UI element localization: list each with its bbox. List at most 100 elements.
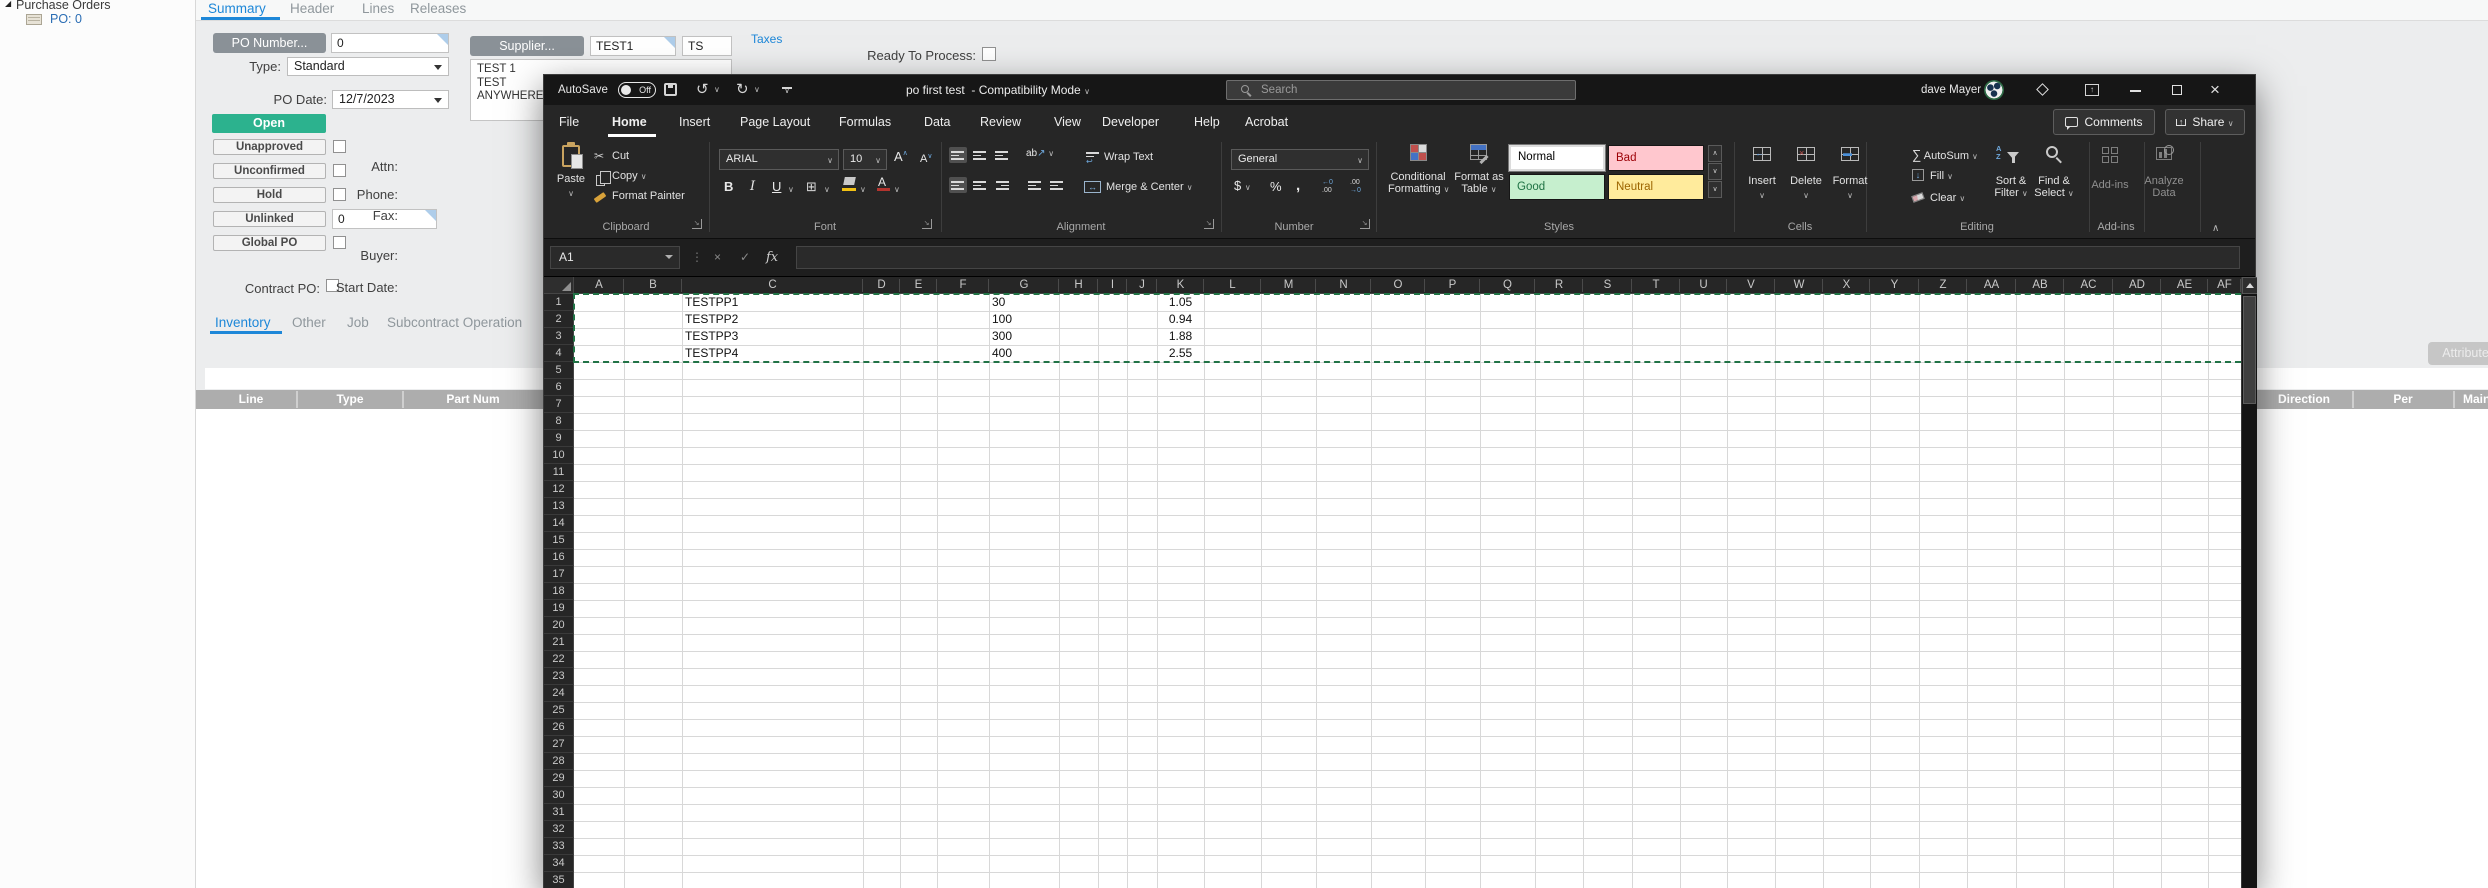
styles-gallery-down-button[interactable]: ∨: [1708, 163, 1722, 180]
ribbon-tab-file[interactable]: File: [559, 105, 579, 139]
align-bottom-button[interactable]: [993, 147, 1011, 163]
ribbon-tab-help[interactable]: Help: [1194, 105, 1220, 139]
decrease-decimal-button[interactable]: .00 →0: [1350, 179, 1361, 194]
row-header-4[interactable]: 4: [544, 345, 574, 362]
maximize-button[interactable]: [2172, 85, 2182, 95]
font-size-select[interactable]: 10 ∨: [843, 149, 887, 170]
column-header-K[interactable]: K: [1157, 277, 1204, 294]
select-all-corner[interactable]: [544, 277, 574, 294]
row-header-2[interactable]: 2: [544, 311, 574, 328]
column-header-Z[interactable]: Z: [1919, 277, 1967, 294]
row-header-32[interactable]: 32: [544, 821, 574, 838]
cut-button[interactable]: Cut: [612, 150, 629, 162]
row-header-14[interactable]: 14: [544, 515, 574, 532]
column-header-J[interactable]: J: [1127, 277, 1157, 294]
font-dialog-launcher[interactable]: ↘: [922, 219, 932, 229]
column-header-V[interactable]: V: [1727, 277, 1775, 294]
excel-titlebar[interactable]: AutoSave Off ↺ ∨ ↻ ∨ ∨ po first test - Com…: [544, 75, 2255, 105]
ribbon-tab-acrobat[interactable]: Acrobat: [1245, 105, 1288, 139]
ribbon-tab-developer[interactable]: Developer: [1102, 105, 1159, 139]
gem-icon[interactable]: [2036, 83, 2049, 96]
align-right-button[interactable]: [993, 177, 1011, 193]
cancel-entry-icon[interactable]: ×: [714, 246, 721, 269]
row-header-26[interactable]: 26: [544, 719, 574, 736]
undo-button[interactable]: ↺: [696, 75, 709, 105]
row-header-8[interactable]: 8: [544, 413, 574, 430]
cell-style-good[interactable]: Good: [1509, 174, 1605, 200]
wrap-text-button[interactable]: Wrap Text: [1104, 151, 1153, 163]
row-header-27[interactable]: 27: [544, 736, 574, 753]
column-header-R[interactable]: R: [1535, 277, 1583, 294]
row-header-34[interactable]: 34: [544, 855, 574, 872]
column-header-L[interactable]: L: [1204, 277, 1261, 294]
row-header-24[interactable]: 24: [544, 685, 574, 702]
column-header-B[interactable]: B: [624, 277, 682, 294]
po-number-field[interactable]: 0: [331, 33, 449, 53]
clipboard-dialog-launcher[interactable]: ↘: [692, 219, 702, 229]
format-painter-button[interactable]: Format Painter: [612, 190, 685, 202]
align-middle-button[interactable]: [971, 147, 989, 163]
column-header-T[interactable]: T: [1632, 277, 1680, 294]
close-button[interactable]: ×: [2210, 75, 2220, 105]
lower-tab-job[interactable]: Job: [347, 315, 369, 330]
autosum-button[interactable]: ∑ AutoSum ∨: [1912, 147, 1978, 162]
taxes-link[interactable]: Taxes: [751, 32, 782, 46]
column-header-P[interactable]: P: [1425, 277, 1480, 294]
column-header-S[interactable]: S: [1583, 277, 1632, 294]
lower-tab-subcontract-operation[interactable]: Subcontract Operation: [387, 315, 522, 330]
column-header-AA[interactable]: AA: [1967, 277, 2016, 294]
borders-dropdown-icon[interactable]: ∨: [824, 185, 830, 194]
erp-tab-lines[interactable]: Lines: [362, 1, 394, 16]
row-header-20[interactable]: 20: [544, 617, 574, 634]
formula-input[interactable]: [796, 246, 2240, 269]
erp-tab-summary[interactable]: Summary: [208, 1, 266, 16]
tree-item-po-0[interactable]: PO: 0: [50, 12, 82, 26]
orientation-button[interactable]: ab↗ ∨: [1026, 148, 1054, 159]
search-input[interactable]: Search: [1226, 80, 1576, 100]
lower-tab-inventory[interactable]: Inventory: [215, 315, 271, 330]
type-select[interactable]: Standard: [287, 57, 449, 76]
increase-font-size-button[interactable]: A∧: [894, 149, 908, 164]
row-header-5[interactable]: 5: [544, 362, 574, 379]
ribbon-tab-review[interactable]: Review: [980, 105, 1021, 139]
title-dropdown-icon[interactable]: ∨: [1084, 87, 1090, 96]
styles-gallery-more-button[interactable]: ∨: [1708, 181, 1722, 198]
erp-tab-releases[interactable]: Releases: [410, 1, 466, 16]
column-header-X[interactable]: X: [1823, 277, 1870, 294]
row-header-16[interactable]: 16: [544, 549, 574, 566]
scroll-up-button[interactable]: [2242, 277, 2257, 294]
comma-style-button[interactable]: ,: [1296, 177, 1300, 194]
lower-tab-other[interactable]: Other: [292, 315, 326, 330]
row-header-30[interactable]: 30: [544, 787, 574, 804]
row-header-21[interactable]: 21: [544, 634, 574, 651]
column-header-Y[interactable]: Y: [1870, 277, 1919, 294]
erp-tab-header[interactable]: Header: [290, 1, 334, 16]
supplier-short-field[interactable]: TS: [682, 36, 732, 56]
column-header-M[interactable]: M: [1261, 277, 1316, 294]
minimize-button[interactable]: [2130, 90, 2141, 92]
ribbon-tab-page-layout[interactable]: Page Layout: [740, 105, 810, 139]
bold-button[interactable]: B: [724, 179, 733, 194]
row-header-11[interactable]: 11: [544, 464, 574, 481]
ribbon-tab-data[interactable]: Data: [924, 105, 950, 139]
redo-dropdown-icon[interactable]: ∨: [754, 75, 760, 105]
row-header-28[interactable]: 28: [544, 753, 574, 770]
underline-dropdown-icon[interactable]: ∨: [788, 185, 794, 194]
ready-to-process-checkbox[interactable]: [982, 47, 996, 61]
column-header-G[interactable]: G: [989, 277, 1059, 294]
merge-center-button[interactable]: Merge & Center ∨: [1106, 181, 1193, 193]
po-number-button[interactable]: PO Number...: [213, 33, 326, 53]
tree-item-purchase-orders[interactable]: Purchase Orders: [16, 0, 110, 12]
tree-expander-icon[interactable]: ◢: [5, 0, 11, 8]
decrease-indent-button[interactable]: [1026, 177, 1044, 193]
row-header-1[interactable]: 1: [544, 294, 574, 311]
clear-button[interactable]: Clear ∨: [1930, 192, 1965, 204]
row-header-19[interactable]: 19: [544, 600, 574, 617]
align-top-button[interactable]: [949, 147, 967, 163]
column-header-O[interactable]: O: [1371, 277, 1425, 294]
column-header-H[interactable]: H: [1059, 277, 1098, 294]
row-header-33[interactable]: 33: [544, 838, 574, 855]
borders-button[interactable]: ⊞: [806, 179, 817, 195]
column-header-N[interactable]: N: [1316, 277, 1371, 294]
sheet-cells-area[interactable]: [574, 294, 2241, 888]
